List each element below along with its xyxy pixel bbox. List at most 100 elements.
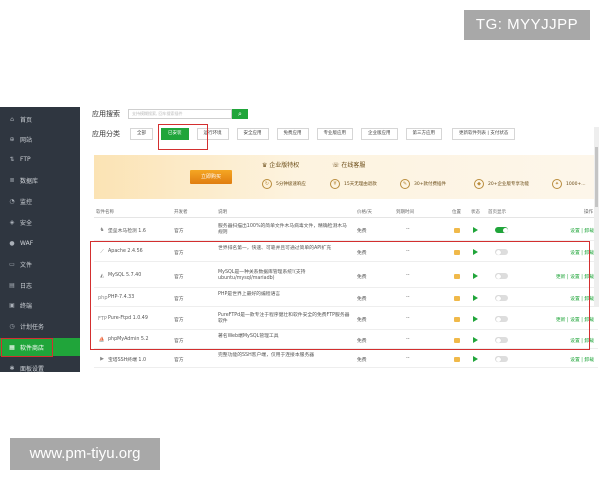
- col-actions: 操作: [584, 210, 593, 215]
- category-row: 应用分类 全部 已安装 运行环境 安全应用 免费应用 专业版应用 企业版应用 第…: [92, 128, 523, 140]
- app-expire: --: [406, 227, 410, 232]
- table-row: FTP Pure-Ftpd 1.0.49 官方 PureFTPd是一款专注于程序健壮和…: [94, 308, 598, 330]
- home-display-toggle[interactable]: [495, 249, 508, 255]
- app-expire: --: [406, 316, 410, 321]
- sidebar-item-terminal[interactable]: ▣ 终端: [0, 296, 80, 314]
- highlight-box-installed-tab: [158, 124, 208, 150]
- sidebar-item-label: 数据库: [20, 177, 39, 185]
- play-icon: [473, 273, 478, 279]
- sidebar-item-waf[interactable]: ● WAF: [0, 234, 80, 252]
- folder-icon[interactable]: [454, 250, 460, 255]
- sidebar-item-website[interactable]: ⊕ 网站: [0, 130, 80, 148]
- sidebar-item-ftp[interactable]: ⇅ FTP: [0, 150, 80, 168]
- watermark-website: www.pm-tiyu.org: [10, 438, 160, 470]
- app-developer: 官方: [174, 251, 184, 256]
- folder-icon[interactable]: [454, 228, 460, 233]
- app-expire: --: [406, 295, 410, 300]
- app-developer: 官方: [174, 297, 184, 302]
- sidebar-item-panel-settings[interactable]: ✱ 面板设置: [0, 359, 80, 373]
- highlight-box-sidebar: [1, 338, 53, 357]
- pureftp-icon: FTP: [98, 316, 107, 322]
- sidebar-item-monitor[interactable]: ◔ 监控: [0, 192, 80, 210]
- col-expire: 到期时间: [396, 210, 414, 215]
- app-name: PHP-7.4.33: [108, 295, 135, 300]
- app-actions[interactable]: 设置 | 卸载: [570, 227, 594, 234]
- sidebar-item-logs[interactable]: ▤ 日志: [0, 276, 80, 294]
- col-name: 软件名称: [96, 210, 114, 215]
- sidebar-item-files[interactable]: ▭ 文件: [0, 255, 80, 273]
- table-row: ⛵ phpMyAdmin 5.2 官方 著名Web端MySQL管理工具 免费 -- 设置 |…: [94, 330, 598, 349]
- banner-title: ♛ 企业版特权: [262, 162, 300, 169]
- app-actions[interactable]: 更新 | 设置 | 卸载: [556, 273, 594, 280]
- folder-icon[interactable]: [454, 296, 460, 301]
- app-description: 服务器扫描出100%的简单文件木马病毒文件，精确检测木马规则: [218, 224, 347, 235]
- play-icon: [473, 356, 478, 362]
- app-price: 免费: [357, 229, 367, 234]
- home-display-toggle[interactable]: [495, 356, 508, 362]
- app-expire: --: [406, 273, 410, 278]
- app-actions[interactable]: 更新 | 设置 | 卸载: [556, 316, 594, 323]
- home-display-toggle[interactable]: [495, 295, 508, 301]
- category-third-party[interactable]: 第三方应用: [405, 128, 442, 140]
- app-price: 免费: [357, 358, 367, 363]
- trojan-icon: ♞: [99, 227, 105, 233]
- scrollbar-thumb[interactable]: [595, 147, 598, 207]
- app-name: 堡垒木马检测 1.6: [108, 229, 146, 234]
- waf-icon: ●: [9, 239, 15, 247]
- app-name: MySQL 5.7.40: [108, 273, 142, 278]
- play-icon: [473, 295, 478, 301]
- category-pro[interactable]: 专业版应用: [316, 128, 353, 140]
- play-icon: [473, 337, 478, 343]
- gear-icon: ✱: [9, 364, 15, 372]
- play-icon: [473, 316, 478, 322]
- sidebar-item-database[interactable]: ≣ 数据库: [0, 171, 80, 189]
- app-description: 世界排名第一，快速、可靠并且可通过简单的API扩充: [218, 246, 332, 251]
- folder-icon[interactable]: [454, 317, 460, 322]
- mysql-icon: ◭: [100, 273, 104, 279]
- buy-now-button[interactable]: 立即购买: [190, 170, 232, 184]
- app-actions[interactable]: 设置 | 卸载: [570, 249, 594, 256]
- category-all[interactable]: 全部: [130, 128, 153, 140]
- search-icon: ⌕: [238, 110, 242, 118]
- apache-icon: ⟋: [100, 249, 104, 255]
- folder-icon[interactable]: [454, 338, 460, 343]
- sidebar-item-home[interactable]: ⌂ 首页: [0, 110, 80, 128]
- ftp-icon: ⇅: [9, 155, 15, 163]
- table-row: ▶ 宝塔SSH终端 1.0 官方 完整功能的SSH客户端，仅用于连接本服务器 免费 -- 设…: [94, 350, 598, 368]
- folder-icon[interactable]: [454, 357, 460, 362]
- app-name: Pure-Ftpd 1.0.49: [108, 316, 148, 321]
- app-developer: 官方: [174, 358, 184, 363]
- home-display-toggle[interactable]: [495, 227, 508, 233]
- app-expire: --: [406, 356, 410, 361]
- col-description: 说明: [218, 210, 227, 215]
- category-free[interactable]: 免费应用: [276, 128, 309, 140]
- category-security[interactable]: 安全应用: [236, 128, 269, 140]
- enterprise-icon: ◆: [474, 179, 484, 189]
- category-enterprise[interactable]: 企业版应用: [361, 128, 398, 140]
- sidebar-item-label: 文件: [20, 261, 33, 269]
- terminal-icon: ▣: [9, 301, 15, 309]
- update-list-button[interactable]: 更新软件列表 | 支付状态: [452, 128, 516, 140]
- php-icon: php: [98, 295, 108, 301]
- home-display-toggle[interactable]: [495, 337, 508, 343]
- app-actions[interactable]: 设置 | 卸载: [570, 295, 594, 302]
- banner-feature: ◆ 20+企业版专享功能: [474, 179, 529, 189]
- app-description: 完整功能的SSH客户端，仅用于连接本服务器: [218, 353, 315, 358]
- shield-icon: ◈: [9, 218, 15, 226]
- home-display-toggle[interactable]: [495, 316, 508, 322]
- sidebar-item-security[interactable]: ◈ 安全: [0, 213, 80, 231]
- app-price: 免费: [357, 251, 367, 256]
- sidebar-item-cron[interactable]: ◷ 计划任务: [0, 317, 80, 335]
- app-price: 免费: [357, 318, 367, 323]
- banner-feature: ¥15天无理由退款: [330, 179, 377, 189]
- search-input[interactable]: 支持模糊搜索, 回车搜索插件: [128, 109, 232, 119]
- folder-icon[interactable]: [454, 274, 460, 279]
- search-button[interactable]: ⌕: [232, 109, 248, 119]
- banner-feature: ↻ 5分钟极速响应: [262, 179, 306, 189]
- app-actions[interactable]: 设置 | 卸载: [570, 356, 594, 363]
- app-actions[interactable]: 设置 | 卸载: [570, 337, 594, 344]
- home-display-toggle[interactable]: [495, 273, 508, 279]
- online-service-link[interactable]: ☏ 在线客服: [332, 160, 365, 169]
- app-description: 著名Web端MySQL管理工具: [218, 334, 279, 339]
- sidebar-item-label: 监控: [20, 198, 33, 206]
